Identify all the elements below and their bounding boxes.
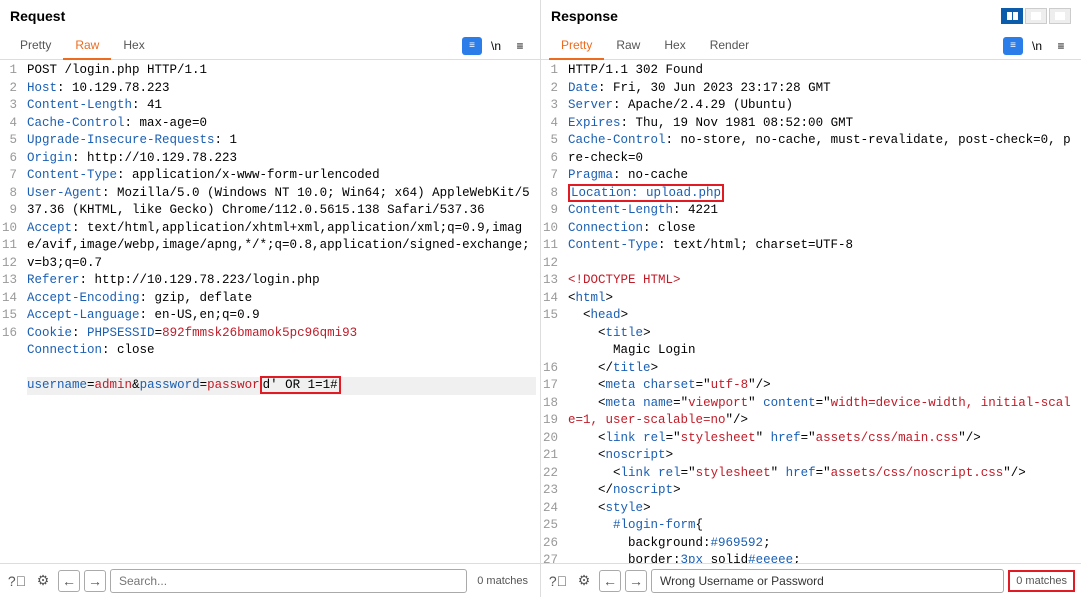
- request-search-input[interactable]: [110, 569, 467, 593]
- tab-render[interactable]: Render: [698, 32, 761, 60]
- view-split-icon[interactable]: [1001, 8, 1023, 24]
- menu-icon[interactable]: ≡: [510, 37, 530, 55]
- view-mode-buttons: [1001, 8, 1071, 24]
- tab-hex[interactable]: Hex: [652, 32, 697, 60]
- request-panel: Request Pretty Raw Hex ≡ \n ≡ 1234567891…: [0, 0, 541, 563]
- request-matches: 0 matches: [471, 575, 534, 587]
- tab-raw[interactable]: Raw: [63, 32, 111, 60]
- actions-icon[interactable]: ≡: [1003, 37, 1023, 55]
- next-icon[interactable]: →: [84, 570, 106, 592]
- response-panel: Response Pretty Raw Hex Render ≡ \n ≡ 12…: [541, 0, 1081, 563]
- tab-pretty[interactable]: Pretty: [549, 32, 604, 60]
- tab-hex[interactable]: Hex: [111, 32, 156, 60]
- tab-raw[interactable]: Raw: [604, 32, 652, 60]
- request-search-bar: ?⃝ ⚙ ← → 0 matches: [0, 564, 541, 597]
- view-bottom-icon[interactable]: [1049, 8, 1071, 24]
- tab-pretty[interactable]: Pretty: [8, 32, 63, 60]
- response-search-bar: ?⃝ ⚙ ← → 0 matches: [541, 564, 1081, 597]
- actions-icon[interactable]: ≡: [462, 37, 482, 55]
- response-search-input[interactable]: [651, 569, 1004, 593]
- request-tabs: Pretty Raw Hex ≡ \n ≡: [0, 32, 540, 60]
- help-icon[interactable]: ?⃝: [547, 570, 569, 592]
- help-icon[interactable]: ?⃝: [6, 570, 28, 592]
- prev-icon[interactable]: ←: [599, 570, 621, 592]
- next-icon[interactable]: →: [625, 570, 647, 592]
- gear-icon[interactable]: ⚙: [573, 570, 595, 592]
- newline-icon[interactable]: \n: [1027, 37, 1047, 55]
- response-code[interactable]: 123456789101112131415 161718192021222324…: [541, 60, 1081, 563]
- request-code[interactable]: 12345678910111213141516 POST /login.php …: [0, 60, 540, 563]
- menu-icon[interactable]: ≡: [1051, 37, 1071, 55]
- response-tabs: Pretty Raw Hex Render ≡ \n ≡: [541, 32, 1081, 60]
- view-top-icon[interactable]: [1025, 8, 1047, 24]
- response-title: Response: [551, 8, 1001, 24]
- response-matches: 0 matches: [1008, 570, 1075, 592]
- gear-icon[interactable]: ⚙: [32, 570, 54, 592]
- newline-icon[interactable]: \n: [486, 37, 506, 55]
- prev-icon[interactable]: ←: [58, 570, 80, 592]
- request-title: Request: [10, 8, 530, 24]
